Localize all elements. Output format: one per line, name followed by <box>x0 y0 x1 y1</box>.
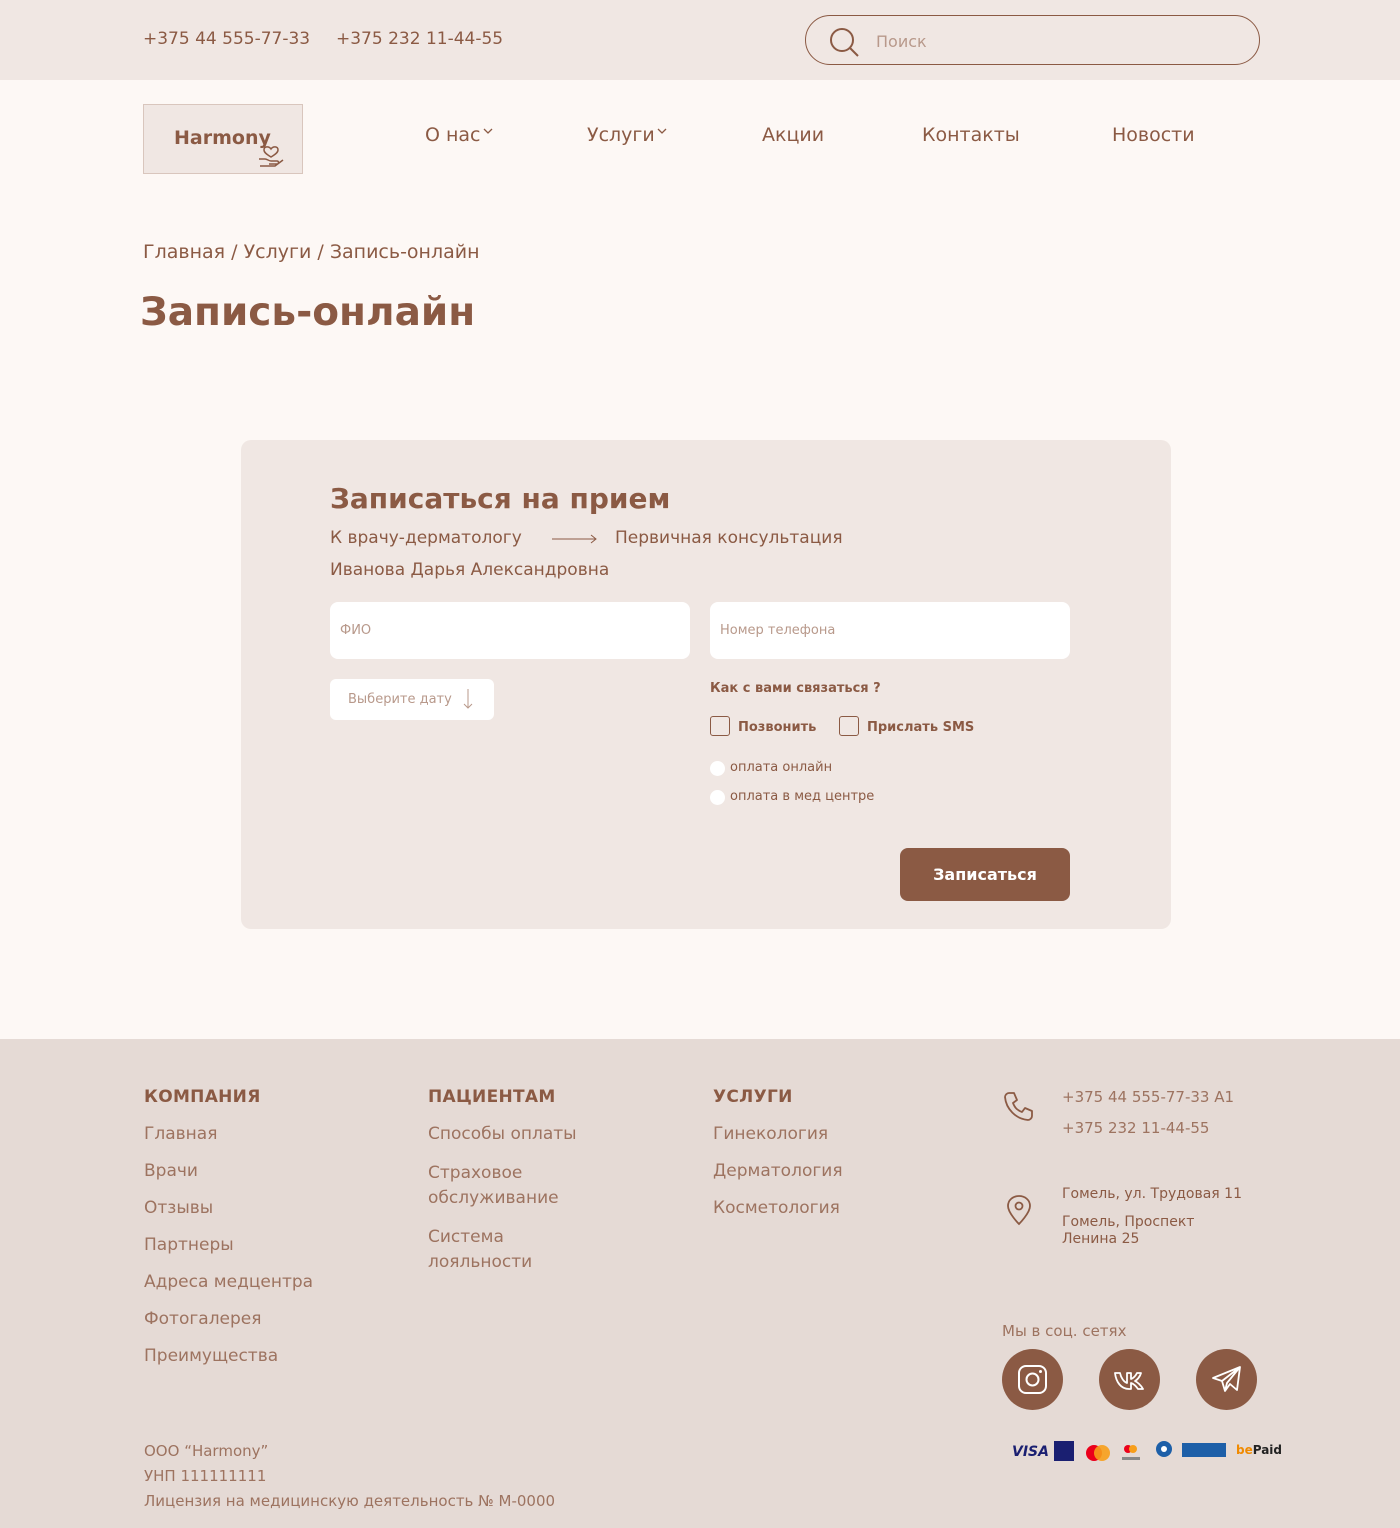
belkart-logo <box>1182 1443 1226 1457</box>
footer: КОМПАНИЯ Главная Врачи Отзывы Партнеры А… <box>0 1039 1400 1528</box>
service-type: Первичная консультация <box>615 528 843 548</box>
breadcrumb-home[interactable]: Главная <box>143 241 225 263</box>
footer-link-advantages[interactable]: Преимущества <box>144 1344 278 1369</box>
pay-center-radio[interactable] <box>710 790 725 805</box>
footer-link-gallery[interactable]: Фотогалерея <box>144 1307 262 1332</box>
instagram-icon <box>1018 1365 1047 1394</box>
nav-news[interactable]: Новости <box>1112 124 1195 146</box>
company-name: ООО “Harmony” <box>144 1442 269 1460</box>
nav-contacts[interactable]: Контакты <box>922 124 1020 146</box>
logo[interactable]: Harmony <box>143 104 303 174</box>
footer-link-doctors[interactable]: Врачи <box>144 1159 198 1184</box>
footer-link-reviews[interactable]: Отзывы <box>144 1196 213 1221</box>
arrow-down-icon <box>463 689 473 709</box>
footer-link-insurance[interactable]: Страховое обслуживание <box>428 1161 588 1211</box>
vk-button[interactable] <box>1099 1349 1160 1410</box>
form-title: Записаться на прием <box>330 482 671 515</box>
id-check-logo <box>1122 1445 1140 1460</box>
footer-address-1: Гомель, ул. Трудовая 11 <box>1062 1186 1242 1202</box>
footer-link-addresses[interactable]: Адреса медцентра <box>144 1270 313 1295</box>
date-picker-button[interactable]: Выберите дату <box>330 679 494 720</box>
location-pin-icon <box>1007 1195 1031 1226</box>
footer-phone-1[interactable]: +375 44 555-77-33 А1 <box>1062 1085 1234 1110</box>
call-checkbox-label[interactable]: Позвонить <box>738 720 816 735</box>
breadcrumb-separator: / <box>231 241 238 263</box>
footer-address-2: Гомель, Проспект Ленина 25 <box>1062 1214 1195 1247</box>
footer-link-dermatology[interactable]: Дерматология <box>713 1159 843 1184</box>
social-heading: Мы в соц. сетях <box>1002 1322 1127 1340</box>
search-input[interactable] <box>876 28 1236 54</box>
contact-method-question: Как с вами связаться ? <box>710 681 881 696</box>
pay-online-label[interactable]: оплата онлайн <box>730 760 832 775</box>
nav-services[interactable]: Услуги <box>587 124 667 146</box>
footer-link-gynecology[interactable]: Гинекология <box>713 1122 828 1147</box>
nav-about[interactable]: О нас <box>425 124 492 146</box>
footer-link-cosmetology[interactable]: Косметология <box>713 1196 840 1221</box>
sms-checkbox-label[interactable]: Прислать SMS <box>867 720 974 735</box>
topbar: +375 44 555-77-33 +375 232 11-44-55 <box>0 0 1400 80</box>
visa-secure-logo <box>1054 1441 1074 1461</box>
nav-services-label: Услуги <box>587 124 655 146</box>
breadcrumb-current: Запись-онлайн <box>329 241 480 263</box>
date-picker-label: Выберите дату <box>348 692 452 707</box>
footer-link-loyalty[interactable]: Система лояльности <box>428 1225 568 1275</box>
chevron-down-icon <box>657 128 667 134</box>
belkart-icon <box>1156 1441 1172 1457</box>
doctor-name: Иванова Дарья Александровна <box>330 560 610 580</box>
phone-field[interactable] <box>710 602 1070 659</box>
search-icon[interactable] <box>828 26 860 58</box>
phone-icon <box>1004 1092 1033 1121</box>
vk-icon <box>1114 1372 1144 1390</box>
footer-link-home[interactable]: Главная <box>144 1122 217 1147</box>
heart-hand-icon <box>259 146 284 167</box>
company-license: Лицензия на медицинскую деятельность № М… <box>144 1492 556 1510</box>
instagram-button[interactable] <box>1002 1349 1063 1410</box>
page-title: Запись-онлайн <box>140 290 476 335</box>
telegram-icon <box>1212 1366 1241 1392</box>
topbar-phone-2[interactable]: +375 232 11-44-55 <box>336 29 503 49</box>
footer-company-heading: КОМПАНИЯ <box>144 1087 261 1107</box>
arrow-right-icon <box>552 534 597 544</box>
nav-about-label: О нас <box>425 124 481 146</box>
footer-link-payment[interactable]: Способы оплаты <box>428 1122 577 1147</box>
pay-online-radio[interactable] <box>710 761 725 776</box>
service-category: К врачу-дерматологу <box>330 528 522 548</box>
sms-checkbox[interactable] <box>839 716 859 736</box>
nav-promotions[interactable]: Акции <box>762 124 824 146</box>
search-box <box>805 15 1260 65</box>
bepaid-paid: Paid <box>1252 1443 1283 1457</box>
payment-logos: VISA bePaid <box>1010 1439 1282 1467</box>
mastercard-logo <box>1086 1445 1110 1461</box>
footer-phone-2[interactable]: +375 232 11-44-55 <box>1062 1116 1209 1141</box>
breadcrumb: Главная / Услуги / Запись-онлайн <box>143 241 480 263</box>
breadcrumb-services[interactable]: Услуги <box>244 241 312 263</box>
footer-patients-heading: ПАЦИЕНТАМ <box>428 1087 556 1107</box>
company-unp: УНП 111111111 <box>144 1467 267 1485</box>
booking-form-card: Записаться на прием К врачу-дерматологу … <box>241 440 1171 929</box>
bepaid-logo: bePaid <box>1236 1443 1282 1467</box>
footer-link-partners[interactable]: Партнеры <box>144 1233 234 1258</box>
footer-services-heading: УСЛУГИ <box>713 1087 793 1107</box>
topbar-phone-1[interactable]: +375 44 555-77-33 <box>143 29 310 49</box>
breadcrumb-separator: / <box>317 241 324 263</box>
chevron-down-icon <box>483 128 492 134</box>
submit-button[interactable]: Записаться <box>900 848 1070 901</box>
pay-center-label[interactable]: оплата в мед центре <box>730 789 874 804</box>
call-checkbox[interactable] <box>710 716 730 736</box>
telegram-button[interactable] <box>1196 1349 1257 1410</box>
visa-logo: VISA <box>1012 1444 1049 1460</box>
fullname-field[interactable] <box>330 602 690 659</box>
bepaid-be: be <box>1236 1443 1253 1457</box>
